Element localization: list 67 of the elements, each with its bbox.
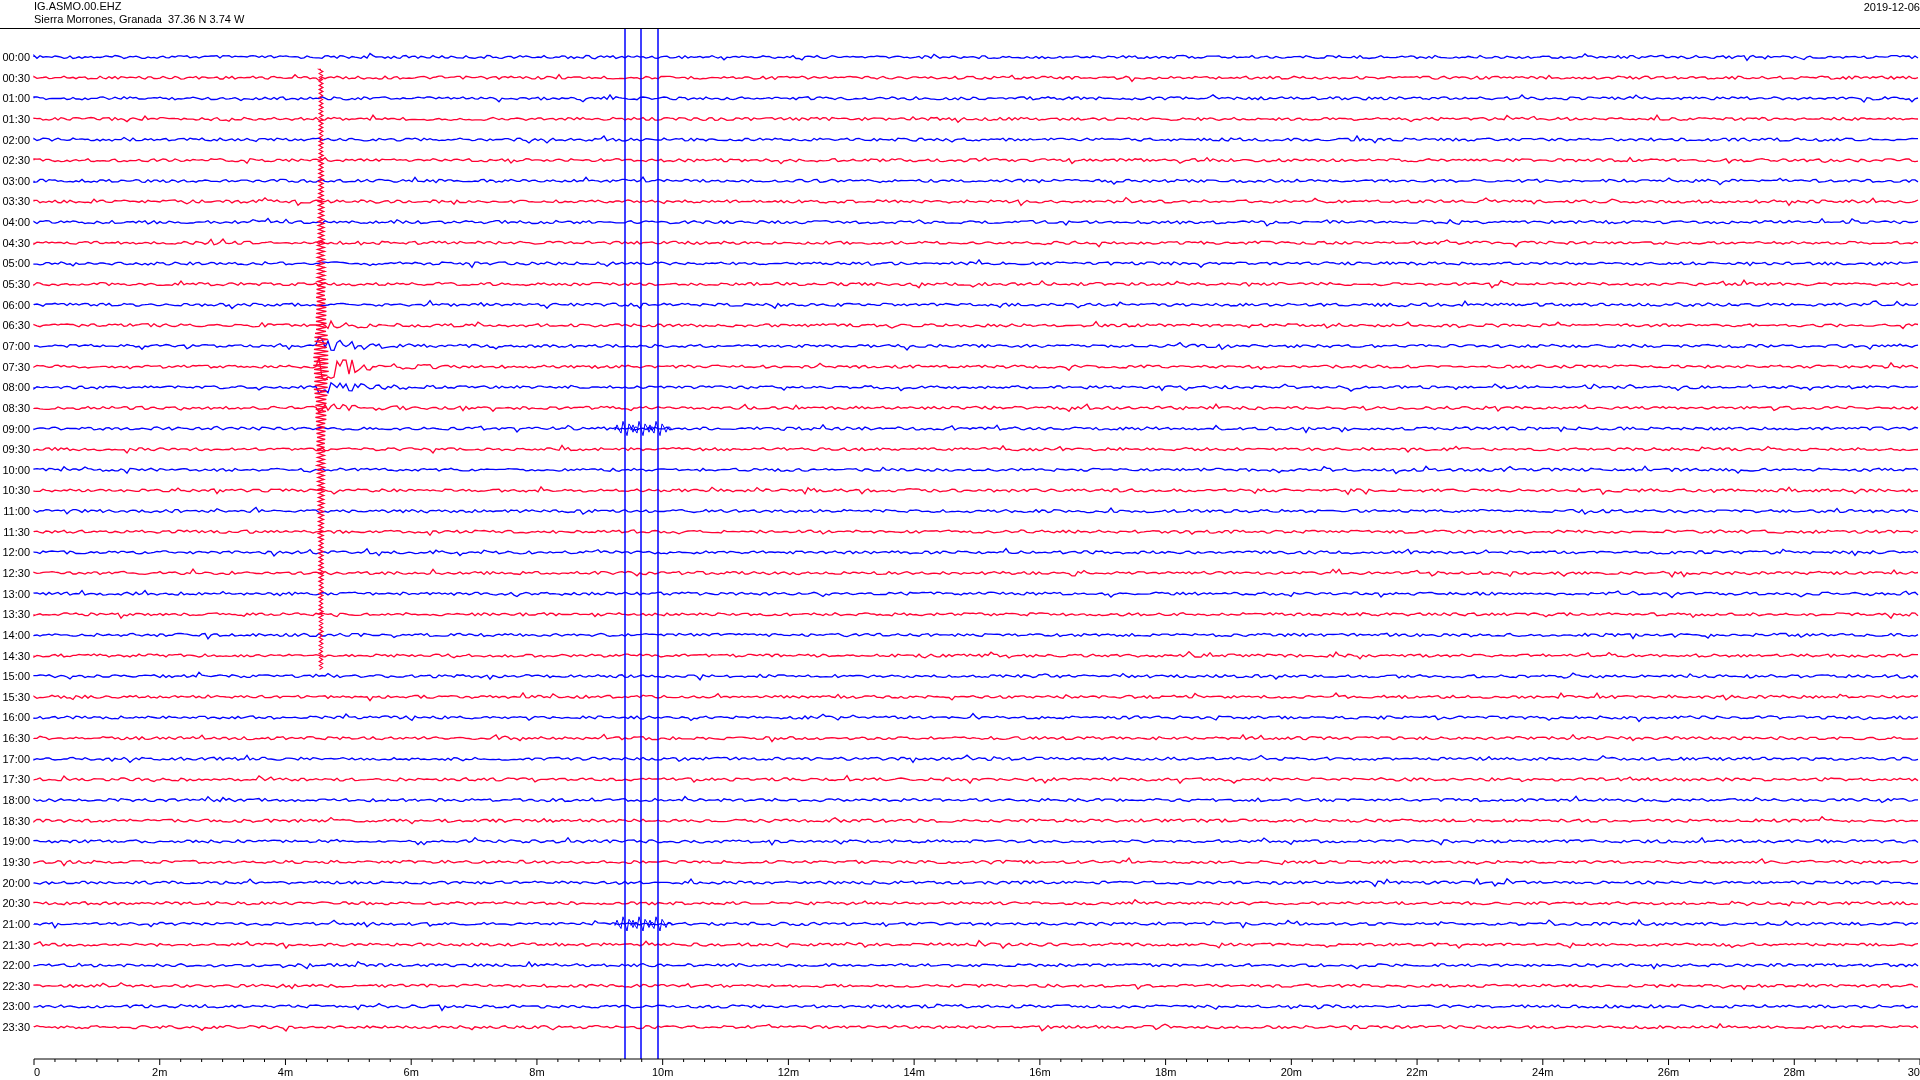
row-time-label: 09:30	[2, 443, 30, 456]
row-time-label: 06:30	[2, 319, 30, 332]
axis-tick-label: 28m	[1783, 1066, 1805, 1078]
row-time-label: 10:30	[2, 484, 30, 497]
axis-tick-label: 12m	[777, 1066, 800, 1078]
row-time-label: 22:30	[2, 979, 30, 992]
row-time-label: 08:00	[2, 381, 30, 394]
axis-tick-label: 14m	[903, 1066, 925, 1078]
row-time-label: 04:00	[2, 216, 30, 229]
row-time-label: 16:30	[2, 732, 30, 745]
axis-tick-label: 8m	[529, 1066, 545, 1078]
row-time-label: 13:30	[2, 608, 30, 621]
axis-tick-label: 26m	[1657, 1066, 1680, 1078]
row-time-label: 10:00	[2, 463, 30, 476]
row-time-label: 08:30	[2, 401, 30, 414]
row-time-label: 22:00	[2, 959, 30, 972]
station-code: IG.ASMO.00.EHZ	[34, 0, 123, 13]
axis-tick-label: 0	[34, 1066, 41, 1078]
row-time-label: 19:30	[2, 855, 30, 868]
row-time-label: 01:00	[2, 92, 30, 105]
station-location: Sierra Morrones, Granada 37.36 N 3.74 W	[34, 13, 245, 26]
row-time-label: 03:00	[2, 174, 30, 187]
row-time-label: 06:00	[2, 298, 30, 311]
row-time-label: 17:00	[2, 752, 30, 765]
axis-tick-label: 10m	[651, 1066, 674, 1078]
row-time-label: 12:00	[2, 546, 30, 559]
row-time-label: 07:00	[2, 339, 30, 352]
row-time-label: 14:30	[2, 649, 30, 662]
row-time-label: 07:30	[2, 360, 30, 373]
row-time-label: 15:00	[2, 670, 30, 683]
row-time-label: 19:00	[2, 835, 30, 848]
axis-tick-label: 4m	[277, 1066, 294, 1078]
row-time-label: 18:00	[2, 794, 30, 807]
row-time-label: 20:30	[2, 897, 30, 910]
row-time-label: 04:30	[2, 236, 30, 249]
row-time-label: 02:00	[2, 133, 30, 146]
row-time-label: 21:00	[2, 917, 30, 930]
axis-tick-label: 18m	[1154, 1066, 1177, 1078]
axis-tick-label: 20m	[1280, 1066, 1303, 1078]
axis-tick-label: 6m	[403, 1066, 419, 1078]
row-time-label: 00:00	[2, 51, 30, 63]
axis-tick-label: 22m	[1406, 1066, 1428, 1078]
row-time-label: 23:30	[2, 1021, 30, 1034]
axis-tick-label: 2m	[152, 1066, 168, 1078]
row-time-label: 13:00	[2, 587, 30, 600]
row-time-label: 14:00	[2, 628, 30, 641]
row-time-label: 16:00	[2, 711, 30, 724]
row-time-label: 01:30	[2, 112, 30, 125]
row-time-label: 02:30	[2, 154, 30, 167]
row-time-label: 18:30	[2, 814, 30, 827]
row-time-label: 17:30	[2, 773, 30, 786]
row-time-label: 15:30	[2, 690, 30, 703]
axis-tick-label: 30	[1907, 1066, 1920, 1078]
row-time-label: 21:30	[2, 938, 30, 951]
record-date: 2019-12-06	[1863, 1, 1920, 14]
row-time-label: 09:00	[2, 422, 30, 435]
row-time-label: 23:00	[2, 1000, 30, 1013]
row-time-label: 20:00	[2, 876, 30, 889]
row-time-label: 03:30	[2, 195, 30, 208]
row-time-label: 11:30	[3, 525, 30, 538]
row-time-label: 05:30	[2, 278, 30, 291]
row-time-label: 00:30	[2, 71, 30, 84]
axis-tick-label: 24m	[1532, 1066, 1554, 1078]
row-time-label: 05:00	[2, 257, 30, 270]
row-time-label: 12:30	[2, 567, 30, 579]
axis-tick-label: 16m	[1029, 1066, 1051, 1078]
row-time-label: 11:00	[3, 505, 30, 518]
